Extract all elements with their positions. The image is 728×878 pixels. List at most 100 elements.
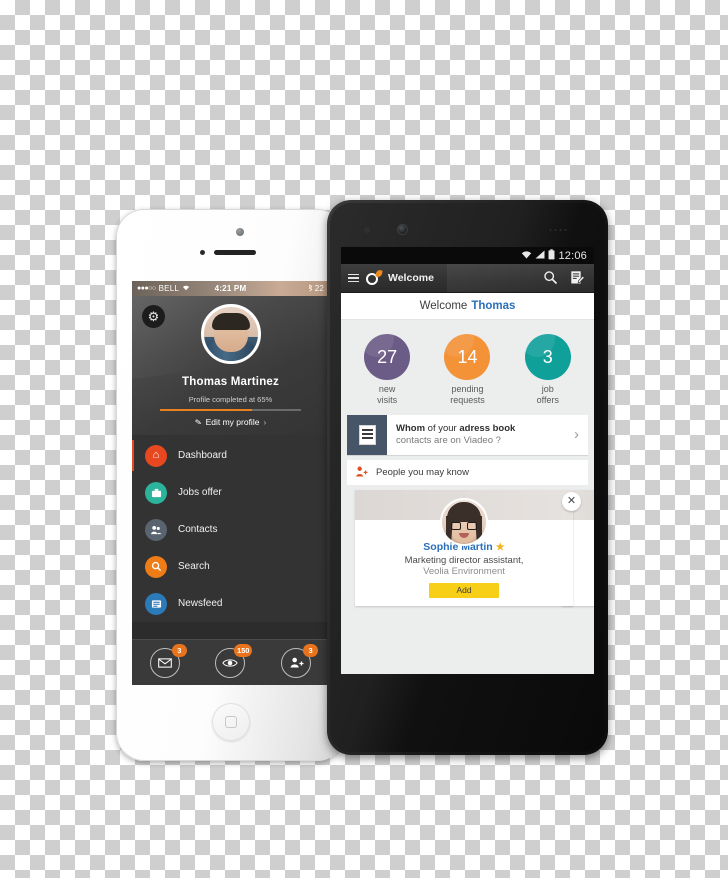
chevron-right-icon[interactable]: › bbox=[570, 426, 588, 443]
iphone-profile-header: ⚙ Thomas Martinez Profile completed at 6… bbox=[132, 296, 329, 435]
newsfeed-icon bbox=[145, 592, 167, 615]
stat-label: new visits bbox=[351, 384, 423, 406]
earpiece-speaker bbox=[548, 228, 570, 232]
iphone-tab-bar: 3 150 3 bbox=[132, 639, 329, 685]
stat-label-line2: requests bbox=[450, 394, 485, 405]
contacts-icon bbox=[145, 518, 167, 541]
stat-new-visits[interactable]: 27 new visits bbox=[351, 334, 423, 406]
android-status-bar: 12:06 bbox=[341, 247, 594, 264]
iphone-nav-menu: ⌂ Dashboard Jobs offer Contacts Search N… bbox=[132, 435, 329, 622]
pencil-icon: ✎ bbox=[194, 416, 203, 428]
welcome-banner: Welcome Thomas bbox=[341, 293, 594, 320]
edit-profile-button[interactable]: ✎ Edit my profile › bbox=[132, 417, 329, 427]
bluetooth-icon bbox=[308, 284, 313, 294]
stat-label-line1: pending bbox=[451, 384, 484, 394]
stat-circle: 14 bbox=[444, 334, 491, 380]
sidebar-item-label: Contacts bbox=[178, 524, 218, 535]
address-book-bold-a: Whom bbox=[396, 423, 426, 435]
briefcase-icon bbox=[145, 481, 167, 504]
messages-tab[interactable]: 3 bbox=[149, 643, 187, 678]
home-button[interactable] bbox=[211, 703, 250, 741]
stat-circle: 3 bbox=[524, 334, 571, 380]
address-book-bold-b: adress book bbox=[459, 423, 516, 435]
add-button[interactable]: Add bbox=[429, 582, 499, 598]
android-screen: 12:06 Welcome Welcome Thomas 27 new visi… bbox=[341, 247, 594, 674]
sidebar-item-label: Jobs offer bbox=[178, 487, 222, 498]
iphone-clock: 4:21 PM bbox=[214, 284, 247, 293]
profile-name: Thomas Martinez bbox=[182, 376, 279, 388]
address-book-row: Whom of your adress book contacts are on… bbox=[347, 414, 588, 455]
sidebar-item-label: Dashboard bbox=[178, 450, 227, 461]
stats-row: 27 new visits 14 pending requests 3 job … bbox=[347, 326, 588, 410]
search-icon[interactable] bbox=[540, 270, 560, 287]
badge-count: 3 bbox=[171, 643, 187, 657]
sidebar-item-jobs-offer[interactable]: Jobs offer bbox=[132, 474, 329, 511]
close-glyph: ✕ bbox=[566, 494, 577, 507]
stat-job-offers[interactable]: 3 job offers bbox=[512, 334, 584, 406]
avatar-hair bbox=[447, 501, 481, 522]
stat-label-line2: offers bbox=[536, 394, 559, 405]
sidebar-item-dashboard[interactable]: ⌂ Dashboard bbox=[132, 437, 329, 474]
battery-icon bbox=[548, 248, 555, 263]
gear-icon[interactable]: ⚙ bbox=[142, 305, 165, 328]
hamburger-menu-icon[interactable] bbox=[348, 273, 359, 283]
iphone-status-bar: ●●●○○ BELL 4:21 PM 22 bbox=[132, 281, 329, 296]
chevron-right-icon: › bbox=[263, 417, 267, 427]
android-device: 12:06 Welcome Welcome Thomas 27 new visi… bbox=[327, 200, 608, 755]
wifi-icon bbox=[521, 250, 532, 262]
address-book-line2: contacts are on Viadeo ? bbox=[396, 435, 501, 447]
front-camera-icon bbox=[235, 228, 244, 236]
stat-label: job offers bbox=[512, 384, 584, 406]
proximity-sensor-icon bbox=[199, 250, 205, 255]
address-book-mid: of your bbox=[425, 423, 460, 435]
welcome-user-name: Thomas bbox=[471, 300, 516, 312]
front-camera-icon bbox=[397, 224, 408, 235]
people-carousel[interactable]: ✕ Sophie Martin ★ Marketing director assi… bbox=[347, 485, 594, 608]
person-card[interactable]: ✕ Sophie Martin ★ Marketing director assi… bbox=[355, 489, 581, 606]
edit-profile-label: Edit my profile bbox=[205, 417, 260, 427]
person-role: Marketing director assistant, bbox=[404, 554, 524, 566]
avatar-glasses bbox=[451, 521, 477, 530]
sidebar-item-label: Newsfeed bbox=[178, 598, 223, 609]
battery-percent-label: 22 bbox=[314, 284, 324, 293]
stat-value: 27 bbox=[377, 346, 398, 367]
sidebar-item-search[interactable]: Search bbox=[132, 548, 329, 585]
stat-label-line1: job bbox=[541, 384, 554, 394]
sidebar-item-contacts[interactable]: Contacts bbox=[132, 511, 329, 548]
avatar-hair bbox=[211, 313, 250, 330]
address-book-card[interactable]: Whom of your adress book contacts are on… bbox=[347, 414, 588, 455]
avatar[interactable] bbox=[200, 304, 261, 364]
document-glyph bbox=[358, 424, 376, 445]
sidebar-item-newsfeed[interactable]: Newsfeed bbox=[132, 585, 329, 622]
search-icon bbox=[145, 555, 167, 578]
people-you-may-know-title: People you may know bbox=[376, 466, 469, 478]
stat-label-line1: new bbox=[378, 384, 396, 394]
sidebar-item-label: Search bbox=[178, 561, 210, 572]
android-clock: 12:06 bbox=[558, 249, 587, 262]
home-icon: ⌂ bbox=[145, 444, 167, 467]
avatar[interactable] bbox=[440, 497, 488, 546]
premium-star-icon: ★ bbox=[495, 541, 505, 553]
profile-completion-fill bbox=[160, 409, 252, 411]
iphone-device: ●●●○○ BELL 4:21 PM 22 ⚙ Thomas Martinez … bbox=[116, 209, 345, 761]
badge-count: 3 bbox=[303, 643, 319, 657]
badge-count: 150 bbox=[233, 643, 253, 657]
person-company: Veolia Environment bbox=[423, 565, 505, 577]
proximity-sensor-icon bbox=[364, 227, 370, 233]
stat-pending-requests[interactable]: 14 pending requests bbox=[431, 334, 503, 406]
stat-value: 3 bbox=[542, 346, 553, 367]
add-contact-tab[interactable]: 3 bbox=[281, 643, 319, 678]
android-content: 27 new visits 14 pending requests 3 job … bbox=[341, 320, 594, 674]
close-icon[interactable]: ✕ bbox=[562, 491, 581, 511]
iphone-screen: ●●●○○ BELL 4:21 PM 22 ⚙ Thomas Martinez … bbox=[132, 281, 329, 685]
stat-label: pending requests bbox=[431, 384, 503, 406]
compose-icon[interactable] bbox=[567, 270, 587, 287]
page-title: Welcome bbox=[388, 272, 434, 284]
profile-completion-label: Profile completed at 65% bbox=[188, 395, 273, 404]
address-book-icon bbox=[347, 414, 387, 455]
stat-label-line2: visits bbox=[377, 394, 398, 405]
stat-value: 14 bbox=[457, 346, 478, 367]
viadeo-logo-icon bbox=[366, 268, 383, 286]
visits-tab[interactable]: 150 bbox=[215, 643, 253, 678]
android-action-bar: Welcome bbox=[341, 264, 594, 293]
